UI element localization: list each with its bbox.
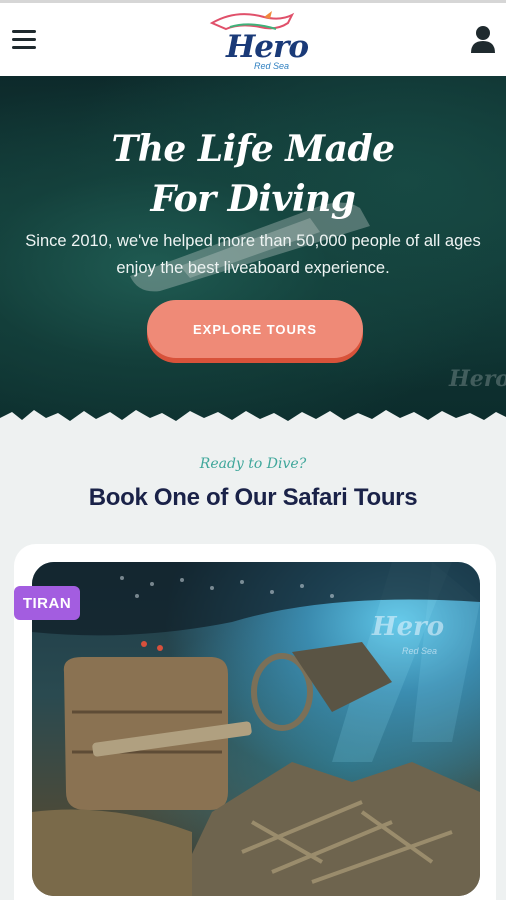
hero-title-line-1: The Life Made (111, 128, 395, 170)
logo-subtitle: Red Sea (254, 61, 290, 71)
photo-watermark-subtitle: Red Sea (402, 646, 438, 656)
site-logo[interactable]: Hero Red Sea (206, 9, 309, 73)
user-account-icon[interactable] (470, 25, 496, 53)
menu-icon[interactable] (12, 30, 36, 50)
explore-tours-button[interactable]: EXPLORE TOURS (147, 300, 363, 358)
hero-subtitle: Since 2010, we've helped more than 50,00… (25, 232, 481, 277)
logo-wordmark: Hero (226, 29, 309, 65)
hero-title: The Life Made For Diving (0, 124, 506, 224)
site-header: Hero Red Sea (0, 0, 506, 76)
section-eyebrow: Ready to Dive? (199, 456, 307, 472)
photo-watermark: Hero (372, 612, 445, 642)
hero-watermark: Hero (448, 366, 506, 392)
hero-title-line-2: For Diving (150, 178, 356, 220)
tour-location-badge: TIRAN (14, 586, 80, 620)
section-title: Book One of Our Safari Tours (88, 484, 418, 511)
torn-edge-divider (0, 410, 506, 434)
hero-banner: The Life Made For Diving Since 2010, we'… (0, 76, 506, 426)
